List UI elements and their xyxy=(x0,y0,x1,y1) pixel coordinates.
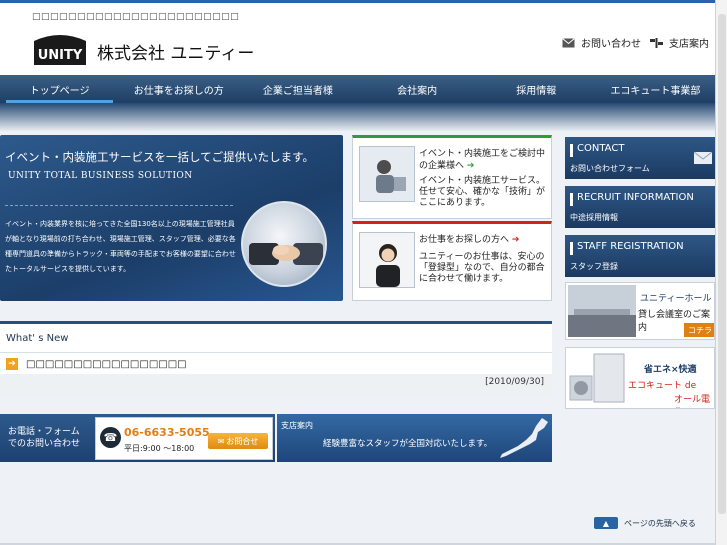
side-contact-sub: お問い合わせフォーム xyxy=(570,164,650,173)
branch-text: 経験豊富なスタッフが全国対応いたします。 xyxy=(323,439,493,449)
side-staff-registration[interactable]: STAFF REGISTRATION スタッフ登録 xyxy=(565,235,715,277)
side-bar-marker xyxy=(570,144,573,157)
side-recruit-title: RECRUIT INFORMATION xyxy=(577,192,694,203)
contact-label-line2: でのお問い合わせ xyxy=(8,439,81,449)
contact-label: お電話・フォーム でのお問い合わせ xyxy=(8,426,80,450)
worker-icon xyxy=(360,147,414,201)
worker-photo xyxy=(359,146,415,202)
whats-new-divider xyxy=(0,352,552,353)
mail-icon xyxy=(562,37,575,47)
arrow-bullet-icon: ➔ xyxy=(6,358,18,370)
nav-item-about[interactable]: 会社案内 xyxy=(358,75,477,103)
nav-item-top[interactable]: トップページ xyxy=(0,75,119,103)
side-contact[interactable]: CONTACT お問い合わせフォーム xyxy=(565,137,715,179)
up-arrow-icon: ▲ xyxy=(594,517,618,529)
news-item[interactable]: ➔ □□□□□□□□□□□□□□□□□ xyxy=(6,358,187,370)
company-name: 株式会社 ユニティー xyxy=(97,44,255,64)
mail-inquiry-button[interactable]: ✉ お問合せ xyxy=(208,433,268,449)
nav-item-companies[interactable]: 企業ご担当者様 xyxy=(238,75,357,103)
header-gradient-band xyxy=(0,103,715,131)
mail-icon: ✉ xyxy=(217,436,225,446)
eco-line3: オール電化 xyxy=(674,395,711,405)
handshake-icon xyxy=(249,243,323,265)
meeting-room-photo xyxy=(568,285,636,337)
branch-link[interactable]: 支店案内 xyxy=(650,35,709,50)
envelope-icon xyxy=(693,151,713,164)
side-recruit-sub: 中途採用情報 xyxy=(570,213,618,222)
hero-subtitle: UNITY TOTAL BUSINESS SOLUTION xyxy=(8,171,193,181)
vertical-scrollbar[interactable] xyxy=(715,0,727,545)
mail-inquiry-label: お問合せ xyxy=(226,436,259,446)
contact-label-line1: お電話・フォーム xyxy=(8,427,80,437)
japan-map-icon xyxy=(500,418,548,458)
side-staff-sub: スタッフ登録 xyxy=(570,262,618,271)
hero-banner: イベント・内装施工サービスを一括してご提供いたします。 UNITY TOTAL … xyxy=(0,135,343,301)
card-jobseekers-title: お仕事をお探しの方へ ➔ xyxy=(419,235,520,245)
eco-line1: 省エネ×快適 xyxy=(644,365,697,375)
unity-logo[interactable]: UNITY xyxy=(30,31,90,69)
contact-box: ☎ 06-6633-5055 平日:9:00 ～18:00 ✉ お問合せ xyxy=(95,417,273,460)
side-staff-title: STAFF REGISTRATION xyxy=(577,241,684,252)
card-jobseekers-body: ユニティーのお仕事は、安心の「登録型」なので、自分の都合に合わせて働けます。 xyxy=(419,252,545,284)
card-for-job-seekers[interactable]: お仕事をお探しの方へ ➔ ユニティーのお仕事は、安心の「登録型」なので、自分の都… xyxy=(352,221,552,301)
hero-body-text: イベント・内装業界を核に培ってきた全国130名以上の現場施工管理社員が軸となり現… xyxy=(5,220,236,273)
whats-new-panel: What' s New ➔ □□□□□□□□□□□□□□□□□ [2010/09… xyxy=(0,321,552,395)
news-item-text: □□□□□□□□□□□□□□□□□ xyxy=(26,358,187,370)
header-tagline: □□□□□□□□□□□□□□□□□□□□□□□ xyxy=(32,12,240,22)
water-heater-photo xyxy=(569,353,625,403)
branch-title: 支店案内 xyxy=(281,421,313,430)
operator-photo xyxy=(359,232,415,288)
side-contact-title: CONTACT xyxy=(577,143,625,154)
hall-title: ユニティーホール xyxy=(640,294,712,304)
site-header: □□□□□□□□□□□□□□□□□□□□□□□ UNITY 株式会社 ユニティー… xyxy=(0,3,715,75)
back-to-top-label: ページの先頭へ戻る xyxy=(624,518,696,528)
branch-banner[interactable]: 支店案内 経験豊富なスタッフが全国対応いたします。 xyxy=(277,414,552,462)
nav-item-job-seekers[interactable]: お仕事をお探しの方 xyxy=(119,75,238,103)
phone-number[interactable]: 06-6633-5055 xyxy=(124,426,210,439)
whats-new-title: What' s New xyxy=(6,333,69,344)
nav-item-ecocute[interactable]: エコキュート事業部 xyxy=(596,75,715,103)
nav-item-recruit[interactable]: 採用情報 xyxy=(477,75,596,103)
back-to-top[interactable]: ▲ ページの先頭へ戻る xyxy=(594,517,696,529)
card-companies-title: イベント・内装施工をご検討中の企業様へ ➔ xyxy=(419,149,546,171)
logo-text: UNITY xyxy=(38,48,83,63)
branch-link-label: 支店案内 xyxy=(669,39,709,50)
side-bar-marker xyxy=(570,193,573,206)
operator-icon xyxy=(360,233,414,287)
banner-ecocute[interactable]: 省エネ×快適 エコキュート de オール電化 xyxy=(565,347,715,409)
contact-link-label: お問い合わせ xyxy=(581,39,641,50)
signpost-icon xyxy=(650,37,663,48)
news-footer xyxy=(0,374,552,395)
scrollbar-thumb[interactable] xyxy=(718,14,726,514)
hero-title: イベント・内装施工サービスを一括してご提供いたします。 xyxy=(5,150,315,164)
arrow-right-icon: ➔ xyxy=(511,235,520,245)
phone-icon: ☎ xyxy=(100,427,121,448)
eco-line2: エコキュート de xyxy=(628,381,697,391)
handshake-photo xyxy=(241,201,327,287)
business-hours: 平日:9:00 ～18:00 xyxy=(124,444,195,453)
arrow-right-icon: ➔ xyxy=(466,161,475,171)
hall-more-button[interactable]: コチラ xyxy=(684,323,714,337)
contact-block: お電話・フォーム でのお問い合わせ ☎ 06-6633-5055 平日:9:00… xyxy=(0,414,275,462)
side-bar-marker xyxy=(570,242,573,255)
contact-link[interactable]: お問い合わせ xyxy=(562,35,641,50)
card-companies-body: イベント・内装施工サービス。任せて安心、確かな「技術」がここにあります。 xyxy=(419,176,546,208)
news-date: [2010/09/30] xyxy=(485,377,544,387)
card-for-companies[interactable]: イベント・内装施工をご検討中の企業様へ ➔ イベント・内装施工サービス。任せて安… xyxy=(352,135,552,219)
banner-unity-hall[interactable]: ユニティーホール 貸し会議室のご案内 コチラ xyxy=(565,282,715,340)
global-nav: トップページ お仕事をお探しの方 企業ご担当者様 会社案内 採用情報 エコキュー… xyxy=(0,75,715,103)
side-recruit[interactable]: RECRUIT INFORMATION 中途採用情報 xyxy=(565,186,715,228)
hero-divider xyxy=(5,205,233,206)
